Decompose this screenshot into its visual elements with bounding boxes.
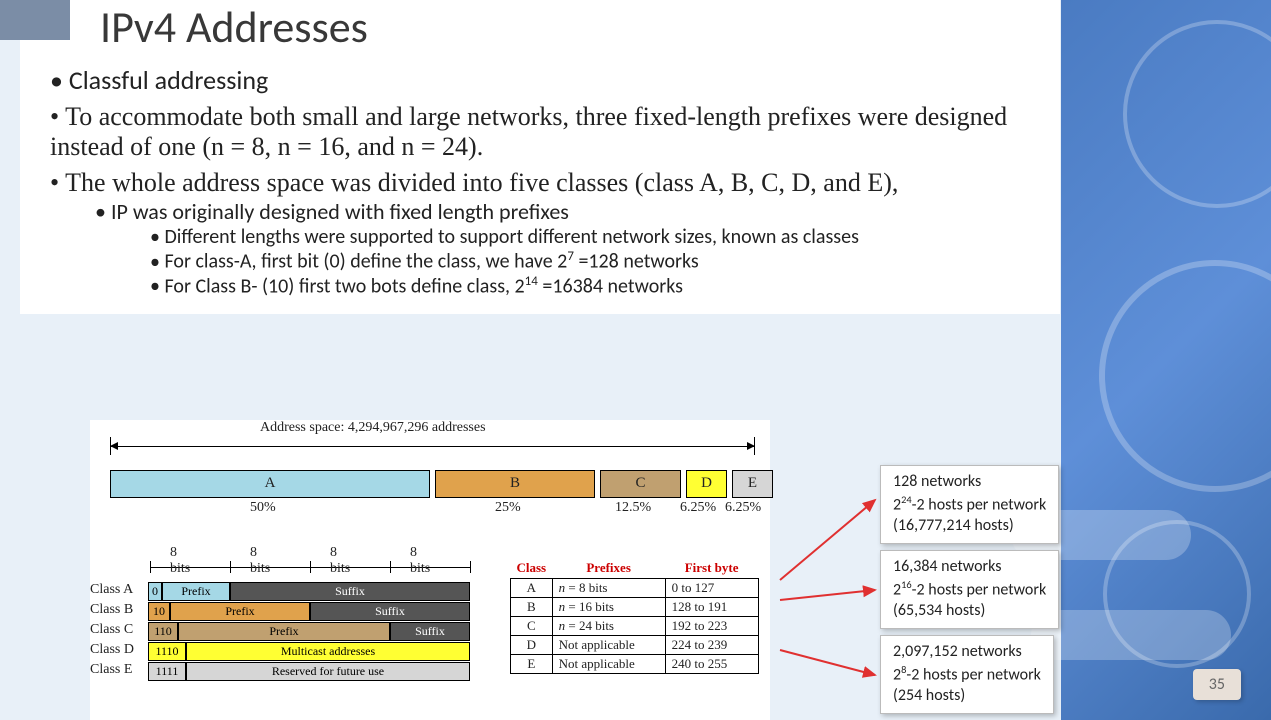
pct-e: 6.25%: [725, 500, 761, 516]
bullet-3a1: Different lengths were supported to supp…: [150, 225, 1040, 249]
title-accent-bar: [0, 0, 70, 40]
info-box-class-a: 128 networks 224-2 hosts per network (16…: [880, 465, 1059, 544]
pct-d: 6.25%: [680, 500, 716, 516]
table-row: E Not applicable 240 to 255: [511, 655, 759, 674]
address-space-arrow: [110, 437, 755, 455]
segment-c: C: [600, 470, 681, 498]
bullet-3: The whole address space was divided into…: [50, 168, 1040, 298]
bullet-list: Classful addressing To accommodate both …: [50, 64, 1040, 298]
segment-b: B: [435, 470, 595, 498]
slide-body: IPv4 Addresses Classful addressing To ac…: [20, 0, 1060, 314]
table-row: C n = 24 bits 192 to 223: [511, 617, 759, 636]
slide-title: IPv4 Addresses: [100, 0, 1060, 54]
segment-a: A: [110, 470, 430, 498]
slide-number: 35: [1193, 669, 1241, 700]
table-row: B n = 16 bits 128 to 191: [511, 598, 759, 617]
pct-b: 25%: [495, 500, 521, 516]
address-space-label: Address space: 4,294,967,296 addresses: [260, 420, 486, 436]
table-row: A n = 8 bits 0 to 127: [511, 579, 759, 598]
prefix-table: Class Prefixes First byte A n = 8 bits 0…: [510, 560, 759, 674]
segment-d: D: [686, 470, 727, 498]
bullet-3a3: For Class B- (10) first two bots define …: [150, 274, 1040, 299]
bullet-3a2: For class-A, first bit (0) define the cl…: [150, 249, 1040, 274]
arrow-icon: [770, 470, 890, 700]
info-box-class-c: 2,097,152 networks 28-2 hosts per networ…: [880, 635, 1054, 714]
bullet-3a: IP was originally designed with fixed le…: [95, 198, 1040, 298]
segment-e: E: [732, 470, 773, 498]
table-row: D Not applicable 224 to 239: [511, 636, 759, 655]
pct-a: 50%: [250, 500, 276, 516]
pct-c: 12.5%: [615, 500, 651, 516]
bullet-1: Classful addressing: [50, 64, 1040, 96]
address-space-diagram: Address space: 4,294,967,296 addresses A…: [90, 420, 770, 720]
info-box-class-b: 16,384 networks 216-2 hosts per network …: [880, 550, 1059, 629]
bullet-2: To accommodate both small and large netw…: [50, 102, 1040, 162]
